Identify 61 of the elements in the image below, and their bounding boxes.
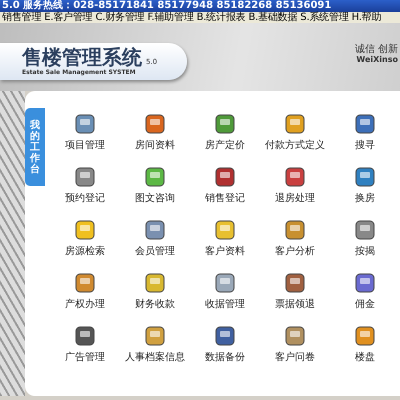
slogan: 诚信 创新 xyxy=(354,45,398,55)
tile-icon xyxy=(354,219,376,241)
menu-item[interactable]: 销售管理 xyxy=(2,12,42,23)
tile-icon xyxy=(354,166,376,188)
tile-icon xyxy=(354,325,376,347)
tile-icon xyxy=(144,325,166,347)
tile-icon xyxy=(144,166,166,188)
tile-icon xyxy=(284,113,306,135)
tile-icon xyxy=(74,325,96,347)
tile-icon xyxy=(74,113,96,135)
module-shortcut[interactable]: 房间资料 xyxy=(120,113,190,166)
module-shortcut[interactable]: 付款方式定义 xyxy=(260,113,330,166)
tile-icon xyxy=(284,325,306,347)
module-shortcut[interactable]: 会员管理 xyxy=(120,219,190,272)
tile-icon xyxy=(144,113,166,135)
module-shortcut[interactable]: 客户问卷 xyxy=(260,325,330,378)
tile-icon xyxy=(74,166,96,188)
tile-icon xyxy=(354,113,376,135)
tile-icon xyxy=(74,219,96,241)
module-shortcut[interactable]: 销售登记 xyxy=(190,166,260,219)
tile-icon xyxy=(144,219,166,241)
menu-item[interactable]: B.统计报表 xyxy=(196,12,246,23)
tile-icon xyxy=(214,325,236,347)
module-shortcut[interactable]: 产权办理 xyxy=(50,272,120,325)
tile-icon xyxy=(74,272,96,294)
tile-icon xyxy=(284,272,306,294)
menu-item[interactable]: B.基础数据 xyxy=(248,12,298,23)
module-shortcut[interactable]: 票据领退 xyxy=(260,272,330,325)
menu-item[interactable]: C.财务管理 xyxy=(96,12,144,23)
tile-icon xyxy=(214,272,236,294)
module-shortcut[interactable]: 数据备份 xyxy=(190,325,260,378)
module-shortcut[interactable]: 广告管理 xyxy=(50,325,120,378)
module-shortcut[interactable]: 按揭 xyxy=(330,219,400,272)
module-shortcut[interactable]: 房产定价 xyxy=(190,113,260,166)
module-shortcut[interactable]: 退房处理 xyxy=(260,166,330,219)
module-shortcut[interactable]: 图文咨询 xyxy=(120,166,190,219)
module-shortcut[interactable]: 客户分析 xyxy=(260,219,330,272)
tile-icon xyxy=(214,113,236,135)
module-shortcut[interactable]: 房源检索 xyxy=(50,219,120,272)
module-shortcut[interactable]: 财务收款 xyxy=(120,272,190,325)
logo-title: 售楼管理系统 xyxy=(22,46,142,68)
menu-item[interactable]: H.帮助 xyxy=(352,12,382,23)
menu-item[interactable]: F.辅助管理 xyxy=(147,12,194,23)
module-shortcut[interactable]: 搜寻 xyxy=(330,113,400,166)
module-shortcut[interactable]: 佣金 xyxy=(330,272,400,325)
module-shortcut[interactable]: 预约登记 xyxy=(50,166,120,219)
tile-icon xyxy=(214,166,236,188)
module-shortcut[interactable]: 楼盘 xyxy=(330,325,400,378)
company-name: WeiXinso xyxy=(355,55,398,65)
tile-icon xyxy=(214,219,236,241)
module-shortcut[interactable]: 客户资料 xyxy=(190,219,260,272)
tile-icon xyxy=(284,166,306,188)
menu-item[interactable]: S.系统管理 xyxy=(300,12,349,23)
menu-item[interactable]: E.客户管理 xyxy=(44,12,93,23)
module-shortcut[interactable]: 人事档案信息 xyxy=(120,325,190,378)
tile-icon xyxy=(284,219,306,241)
module-shortcut[interactable]: 换房 xyxy=(330,166,400,219)
tile-icon xyxy=(354,272,376,294)
module-shortcut[interactable]: 项目管理 xyxy=(50,113,120,166)
tile-icon xyxy=(144,272,166,294)
module-shortcut[interactable]: 收据管理 xyxy=(190,272,260,325)
